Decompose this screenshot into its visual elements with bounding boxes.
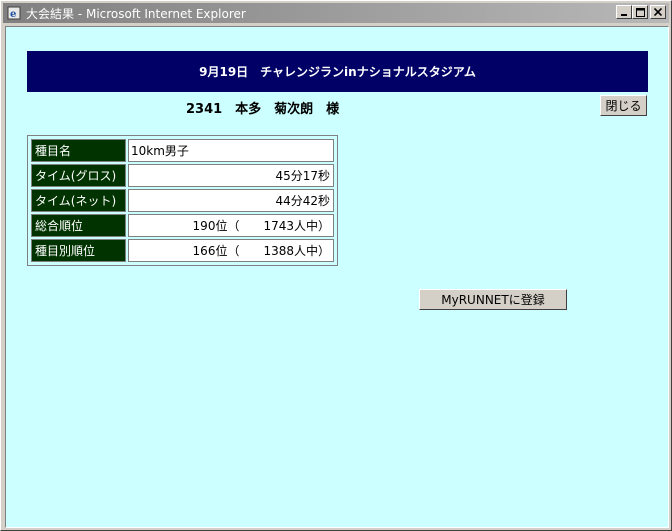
minimize-button[interactable]: [616, 5, 632, 19]
runner-name: 2341 本多 菊次朗 様: [186, 102, 340, 117]
row-value: 190位（ 1743人中）: [128, 214, 334, 237]
row-value: 166位（ 1388人中）: [128, 239, 334, 262]
browser-window: e 大会結果 - Microsoft Internet Explorer 9月1…: [0, 0, 672, 531]
row-label: 種目名: [31, 139, 126, 162]
minimize-icon: [621, 14, 627, 16]
svg-text:e: e: [10, 9, 16, 20]
row-value: 44分42秒: [128, 189, 334, 212]
row-value: 45分17秒: [128, 164, 334, 187]
row-label: タイム(ネット): [31, 189, 126, 212]
ie-icon: e: [6, 5, 22, 21]
row-label: 種目別順位: [31, 239, 126, 262]
close-window-button[interactable]: [650, 5, 666, 19]
close-icon: [654, 8, 662, 16]
page-content: 9月19日 チャレンジランinナショナルスタジアム 2341 本多 菊次朗 様 …: [5, 26, 669, 528]
table-row: 種目別順位 166位（ 1388人中）: [31, 239, 334, 262]
row-label: 総合順位: [31, 214, 126, 237]
table-row: タイム(グロス) 45分17秒: [31, 164, 334, 187]
row-label: タイム(グロス): [31, 164, 126, 187]
maximize-icon: [635, 7, 645, 17]
table-row: タイム(ネット) 44分42秒: [31, 189, 334, 212]
event-banner: 9月19日 チャレンジランinナショナルスタジアム: [27, 51, 648, 92]
title-bar[interactable]: e 大会結果 - Microsoft Internet Explorer: [3, 3, 669, 23]
results-table: 種目名 10km男子 タイム(グロス) 45分17秒 タイム(ネット) 44分42秒 総合順…: [27, 135, 338, 266]
table-row: 総合順位 190位（ 1743人中）: [31, 214, 334, 237]
maximize-button[interactable]: [632, 5, 648, 19]
close-button[interactable]: 閉じる: [600, 95, 647, 116]
window-title: 大会結果 - Microsoft Internet Explorer: [26, 6, 246, 21]
window-controls: [616, 5, 666, 19]
row-value: 10km男子: [128, 139, 334, 162]
table-row: 種目名 10km男子: [31, 139, 334, 162]
register-myrunnet-button[interactable]: MyRUNNETに登録: [419, 289, 567, 310]
